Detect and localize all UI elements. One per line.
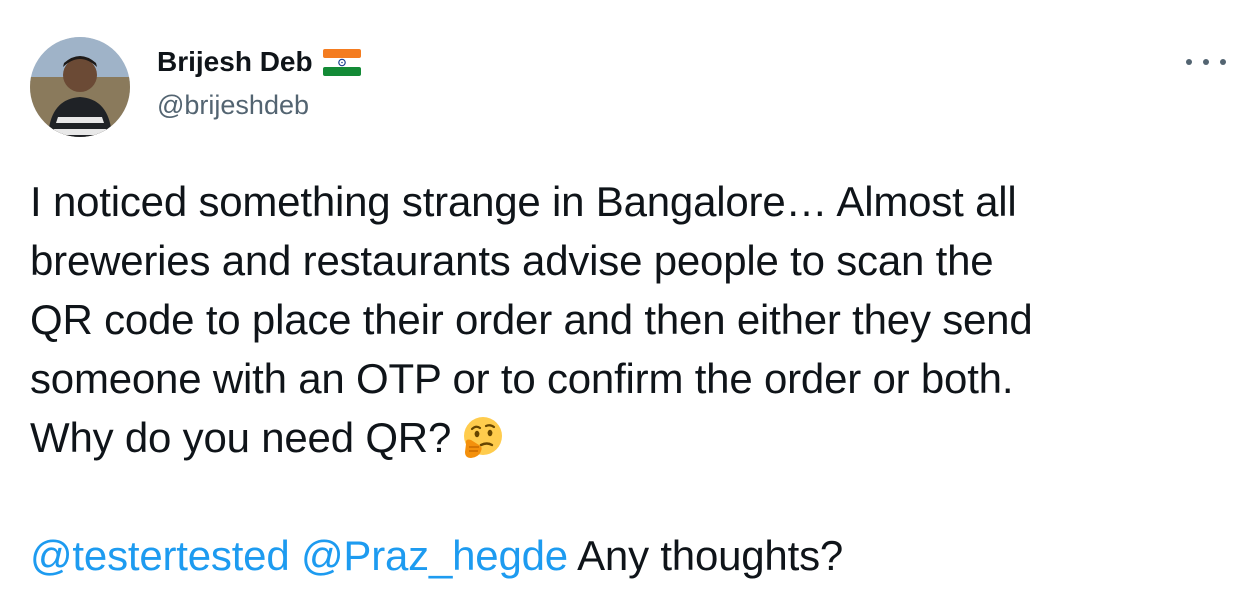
author-display-name[interactable]: Brijesh Deb (157, 46, 361, 78)
mention-link[interactable]: @Praz_hegde (301, 532, 568, 579)
tweet-line: someone with an OTP or to confirm the or… (30, 355, 1014, 402)
thinking-face-emoji-icon (457, 414, 505, 462)
tweet-text: I noticed something strange in Bangalore… (30, 172, 1230, 585)
reply-text: Any thoughts? (577, 532, 844, 579)
display-name-text: Brijesh Deb (157, 46, 313, 77)
tweet-line: breweries and restaurants advise people … (30, 237, 994, 284)
tweet-line: QR code to place their order and then ei… (30, 296, 1033, 343)
avatar[interactable] (30, 37, 130, 137)
reply-line: @testertested @Praz_hegde Any thoughts? (30, 526, 1230, 585)
more-dot-icon (1203, 59, 1209, 65)
more-dot-icon (1186, 59, 1192, 65)
india-flag-icon (322, 48, 361, 76)
tweet-question: Why do you need QR? (30, 414, 452, 461)
tweet-line-last: Why do you need QR? (30, 408, 1230, 467)
more-dot-icon (1220, 59, 1226, 65)
author-handle[interactable]: @brijeshdeb (157, 90, 309, 121)
mention-link[interactable]: @testertested (30, 532, 290, 579)
tweet-card[interactable]: Brijesh Deb @brijeshdeb I noticed someth… (0, 0, 1250, 606)
tweet-line: I noticed something strange in Bangalore… (30, 178, 1017, 225)
profile-photo-icon (30, 37, 130, 137)
more-options-button[interactable] (1186, 52, 1226, 72)
